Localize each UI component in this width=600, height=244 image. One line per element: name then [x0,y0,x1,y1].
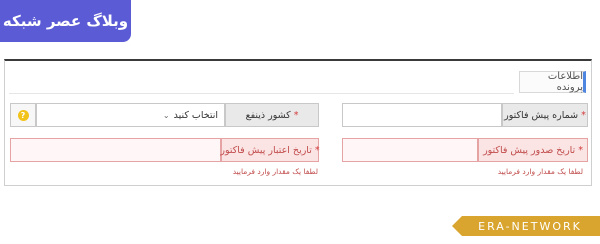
beneficiary-country-select[interactable]: ⌄ انتخاب کنید [36,103,225,127]
select-value: انتخاب کنید [173,109,218,121]
issue-date-label: * تاریخ صدور پیش فاکتور [478,138,588,162]
form-panel: اطلاعات پرونده * شماره پیش فاکتور ? ⌄ ان… [4,59,592,186]
tab-divider [9,93,514,94]
tab-file-info[interactable]: اطلاعات پرونده [519,71,586,93]
help-button[interactable]: ? [10,103,36,127]
required-mark: * [314,144,320,156]
tab-file-info-label: اطلاعات پرونده [547,71,583,93]
brand-badge: وبلاگ عصر شبکه [0,0,131,42]
required-mark: * [293,109,299,121]
issue-date-input[interactable] [342,138,478,162]
beneficiary-country-label: * کشور ذینفع [225,103,319,127]
watermark-ribbon: ERA-NETWORK [452,216,600,236]
validity-date-error: لطفا یک مقدار وارد فرمایید [232,167,318,176]
required-mark: * [581,109,586,121]
chevron-down-icon: ⌄ [162,110,170,120]
invoice-number-label: * شماره پیش فاکتور [502,103,588,127]
invoice-number-input[interactable] [342,103,502,127]
brand-title: وبلاگ عصر شبکه [2,12,129,30]
required-mark: * [578,144,583,156]
issue-date-error: لطفا یک مقدار وارد فرمایید [497,167,583,176]
issue-date-group: * تاریخ صدور پیش فاکتور [342,138,588,162]
beneficiary-country-group: ? ⌄ انتخاب کنید * کشور ذینفع [10,103,319,127]
validity-date-group: * تاریخ اعتبار پیش فاکتور [10,138,320,162]
help-icon: ? [17,109,29,121]
validity-date-label: * تاریخ اعتبار پیش فاکتور [220,138,320,162]
watermark-text: ERA-NETWORK [478,219,582,233]
invoice-number-group: * شماره پیش فاکتور [342,103,588,127]
validity-date-input[interactable] [10,138,221,162]
